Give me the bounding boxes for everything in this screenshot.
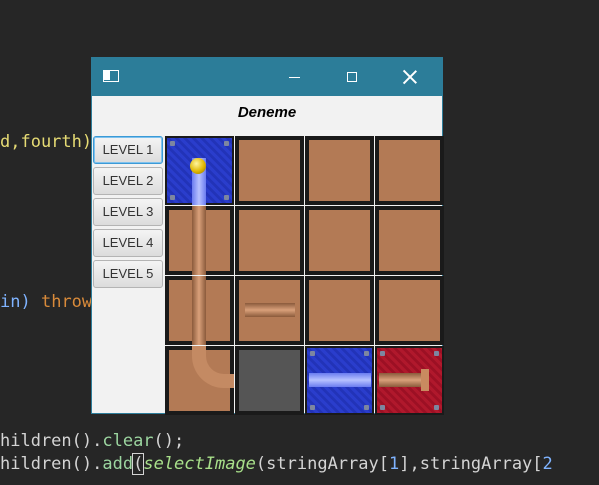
puzzle-board xyxy=(165,136,444,415)
pipe-icon xyxy=(379,373,423,387)
code-call: selectImage xyxy=(143,454,256,474)
code-text: (); xyxy=(153,431,185,451)
code-number: 2 xyxy=(542,454,553,474)
close-button[interactable] xyxy=(387,58,433,96)
pipe-icon xyxy=(192,206,206,275)
pipe-icon xyxy=(192,276,206,345)
tile-empty[interactable] xyxy=(375,276,444,345)
tile-face xyxy=(379,280,440,341)
tile-face xyxy=(239,210,300,271)
tile-pipe-vertical[interactable] xyxy=(165,206,234,275)
code-cursor-paren: ( xyxy=(132,453,145,475)
level-3-button[interactable]: LEVEL 3 xyxy=(93,198,163,226)
tile-face xyxy=(379,140,440,201)
tile-face xyxy=(239,140,300,201)
tile-empty[interactable] xyxy=(305,206,374,275)
tile-pipe-vertical[interactable] xyxy=(165,276,234,345)
title-bar[interactable] xyxy=(92,58,442,96)
code-text: hildren(). xyxy=(0,431,103,451)
code-text: ],stringArray[ xyxy=(399,454,543,474)
code-text: in) xyxy=(0,292,31,312)
tile-face xyxy=(309,140,370,201)
tile-face xyxy=(239,350,300,411)
code-text: (stringArray[ xyxy=(255,454,389,474)
app-window: Deneme LEVEL 1 LEVEL 2 LEVEL 3 LEVEL 4 L… xyxy=(91,57,444,415)
minimize-button[interactable] xyxy=(271,58,317,96)
maximize-icon xyxy=(347,72,357,82)
code-line-clear: hildren().clear(); xyxy=(0,431,184,451)
code-method: add xyxy=(102,454,134,474)
code-text: hildren(). xyxy=(0,454,103,474)
tile-empty[interactable] xyxy=(375,206,444,275)
pipe-icon xyxy=(245,303,295,317)
code-line-throw: in) throw xyxy=(0,292,92,312)
minimize-icon xyxy=(288,76,300,78)
level-5-button[interactable]: LEVEL 5 xyxy=(93,260,163,288)
tile-pipe-horizontal[interactable] xyxy=(235,276,304,345)
tile-empty[interactable] xyxy=(235,206,304,275)
app-icon xyxy=(103,70,119,82)
code-text: d,fourth) xyxy=(0,132,93,152)
tile-empty[interactable] xyxy=(305,276,374,345)
level-2-button[interactable]: LEVEL 2 xyxy=(93,167,163,195)
close-icon xyxy=(403,70,417,84)
tile-empty[interactable] xyxy=(305,136,374,205)
code-number: 1 xyxy=(388,454,400,474)
tile-empty[interactable] xyxy=(375,136,444,205)
code-method: clear xyxy=(102,431,154,451)
tile-empty[interactable] xyxy=(235,136,304,205)
code-line-fourth: d,fourth) xyxy=(0,132,92,152)
maximize-button[interactable] xyxy=(329,58,375,96)
code-line-add: hildren().add(selectImage(stringArray[1]… xyxy=(0,453,553,475)
tile-pipe-horizontal-blue[interactable] xyxy=(305,346,374,415)
level-1-button[interactable]: LEVEL 1 xyxy=(93,136,163,164)
code-keyword: throw xyxy=(40,292,93,312)
tile-face xyxy=(309,210,370,271)
tile-pipe-curve[interactable] xyxy=(165,346,234,415)
ball-icon xyxy=(190,158,206,174)
pipe-icon xyxy=(309,373,371,387)
tile-end[interactable] xyxy=(375,346,444,415)
tile-face xyxy=(379,210,440,271)
level-4-button[interactable]: LEVEL 4 xyxy=(93,229,163,257)
tile-start[interactable] xyxy=(165,136,234,205)
level-button-list: LEVEL 1 LEVEL 2 LEVEL 3 LEVEL 4 LEVEL 5 xyxy=(93,136,163,291)
window-heading: Deneme xyxy=(237,104,297,121)
pipe-end-icon xyxy=(421,369,429,391)
tile-blank[interactable] xyxy=(235,346,304,415)
tile-face xyxy=(309,280,370,341)
